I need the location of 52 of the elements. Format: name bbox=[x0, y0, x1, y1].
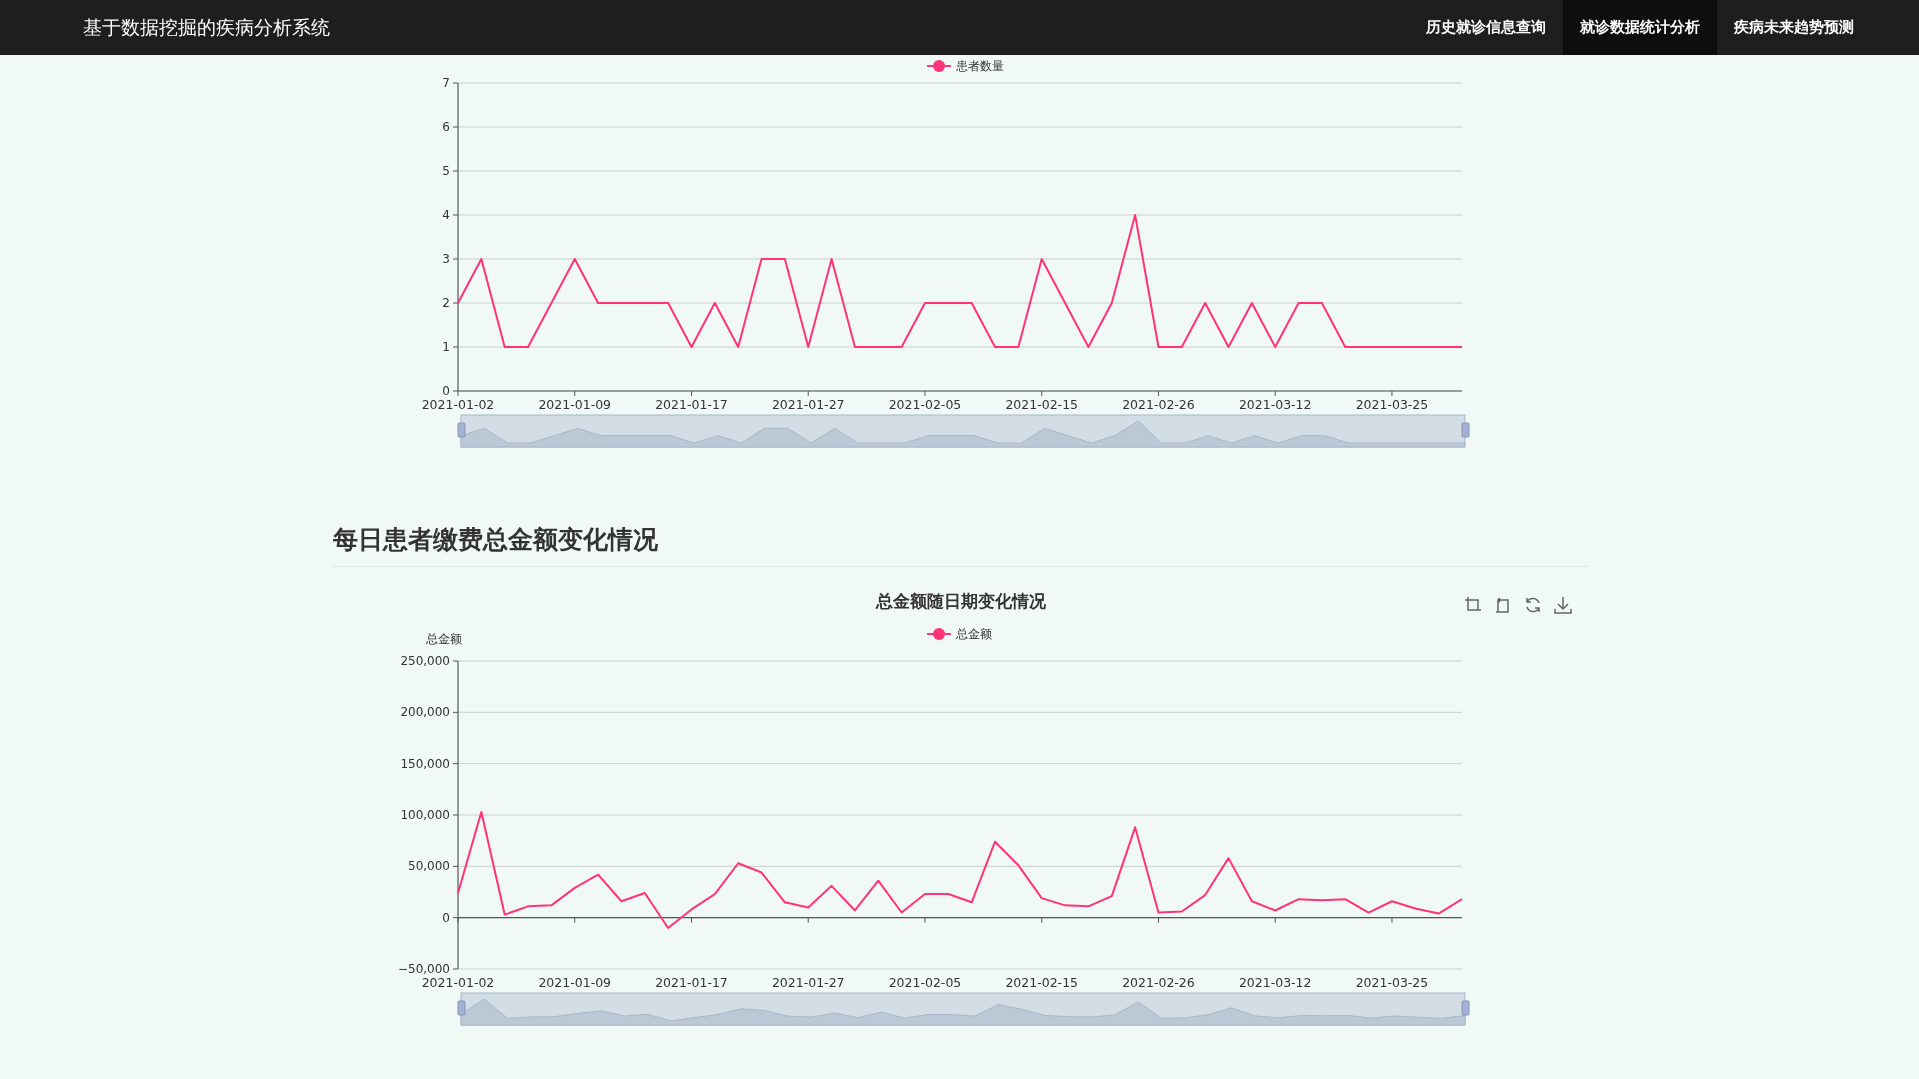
nav-tab[interactable]: 就诊数据统计分析 bbox=[1563, 0, 1717, 55]
nav-tab[interactable]: 历史就诊信息查询 bbox=[1409, 0, 1563, 55]
axis-tick-label: 2021-03-12 bbox=[1238, 975, 1312, 990]
download-button[interactable] bbox=[1553, 595, 1573, 615]
slider-handle[interactable] bbox=[457, 422, 466, 438]
data-zoom-slider[interactable] bbox=[460, 992, 1466, 1026]
legend-label: 总金额 bbox=[955, 627, 992, 641]
axis-tick-label: 2021-01-27 bbox=[771, 397, 845, 412]
axis-tick-label: 100,000 bbox=[400, 808, 450, 822]
slider-handle[interactable] bbox=[1461, 422, 1470, 438]
app-title: 基于数据挖掘的疾病分析系统 bbox=[83, 14, 330, 40]
axis-tick-label: 0 bbox=[442, 384, 450, 398]
axis-tick-label: 2021-01-17 bbox=[655, 397, 728, 412]
axis-tick-label: 2021-01-02 bbox=[421, 397, 495, 412]
axis-tick-label: 5 bbox=[442, 164, 450, 178]
axis-tick-label: 2021-03-12 bbox=[1238, 397, 1312, 412]
axis-tick-label: 2021-01-09 bbox=[538, 397, 612, 412]
axis-tick-label: 2021-03-25 bbox=[1355, 397, 1429, 412]
axis-title: 总金额 bbox=[426, 632, 462, 646]
data-zoom-slider[interactable] bbox=[460, 414, 1466, 448]
refresh-button[interactable] bbox=[1523, 595, 1543, 615]
axis-tick-label: 2021-02-15 bbox=[1005, 397, 1079, 412]
axis-tick-label: 3 bbox=[442, 252, 450, 266]
axis-tick-label: 150,000 bbox=[400, 756, 450, 771]
axis-tick-label: 2021-02-05 bbox=[888, 397, 962, 412]
axis-tick-label: 2021-02-26 bbox=[1122, 975, 1195, 990]
axis-tick-label: 7 bbox=[442, 76, 450, 90]
axis-tick-label: 250,000 bbox=[400, 654, 450, 668]
chart-title: 总金额随日期变化情况 bbox=[876, 591, 1046, 611]
legend-item[interactable]: 总金额 bbox=[926, 627, 992, 641]
axis-tick-label: 2021-02-15 bbox=[1005, 975, 1079, 990]
legend-item[interactable]: 患者数量 bbox=[926, 59, 1004, 73]
axis-tick-label: 6 bbox=[442, 120, 450, 134]
axis-tick-label: 2021-02-05 bbox=[888, 975, 962, 990]
axis-tick-label: 1 bbox=[442, 340, 450, 354]
axis-tick-label: −50,000 bbox=[397, 962, 450, 976]
legend-label: 患者数量 bbox=[955, 59, 1004, 73]
nav-tab[interactable]: 疾病未来趋势预测 bbox=[1717, 0, 1871, 55]
axis-tick-label: 0 bbox=[442, 910, 450, 925]
slider-handle[interactable] bbox=[457, 1000, 466, 1016]
axis-tick-label: 2021-03-25 bbox=[1355, 975, 1429, 990]
axis-tick-label: 2 bbox=[442, 296, 450, 310]
axis-tick-label: 2021-01-17 bbox=[655, 975, 728, 990]
axis-tick-label: 50,000 bbox=[408, 859, 450, 874]
axis-tick-label: 4 bbox=[442, 208, 450, 222]
axis-tick-label: 2021-01-09 bbox=[538, 975, 612, 990]
axis-tick-label: 200,000 bbox=[400, 705, 450, 720]
axis-tick-label: 2021-01-27 bbox=[771, 975, 845, 990]
axis-tick-label: 2021-01-02 bbox=[421, 975, 495, 990]
axis-tick-label: 2021-02-26 bbox=[1122, 397, 1195, 412]
section-title: 每日患者缴费总金额变化情况 bbox=[333, 523, 1589, 567]
slider-handle[interactable] bbox=[1461, 1000, 1470, 1016]
